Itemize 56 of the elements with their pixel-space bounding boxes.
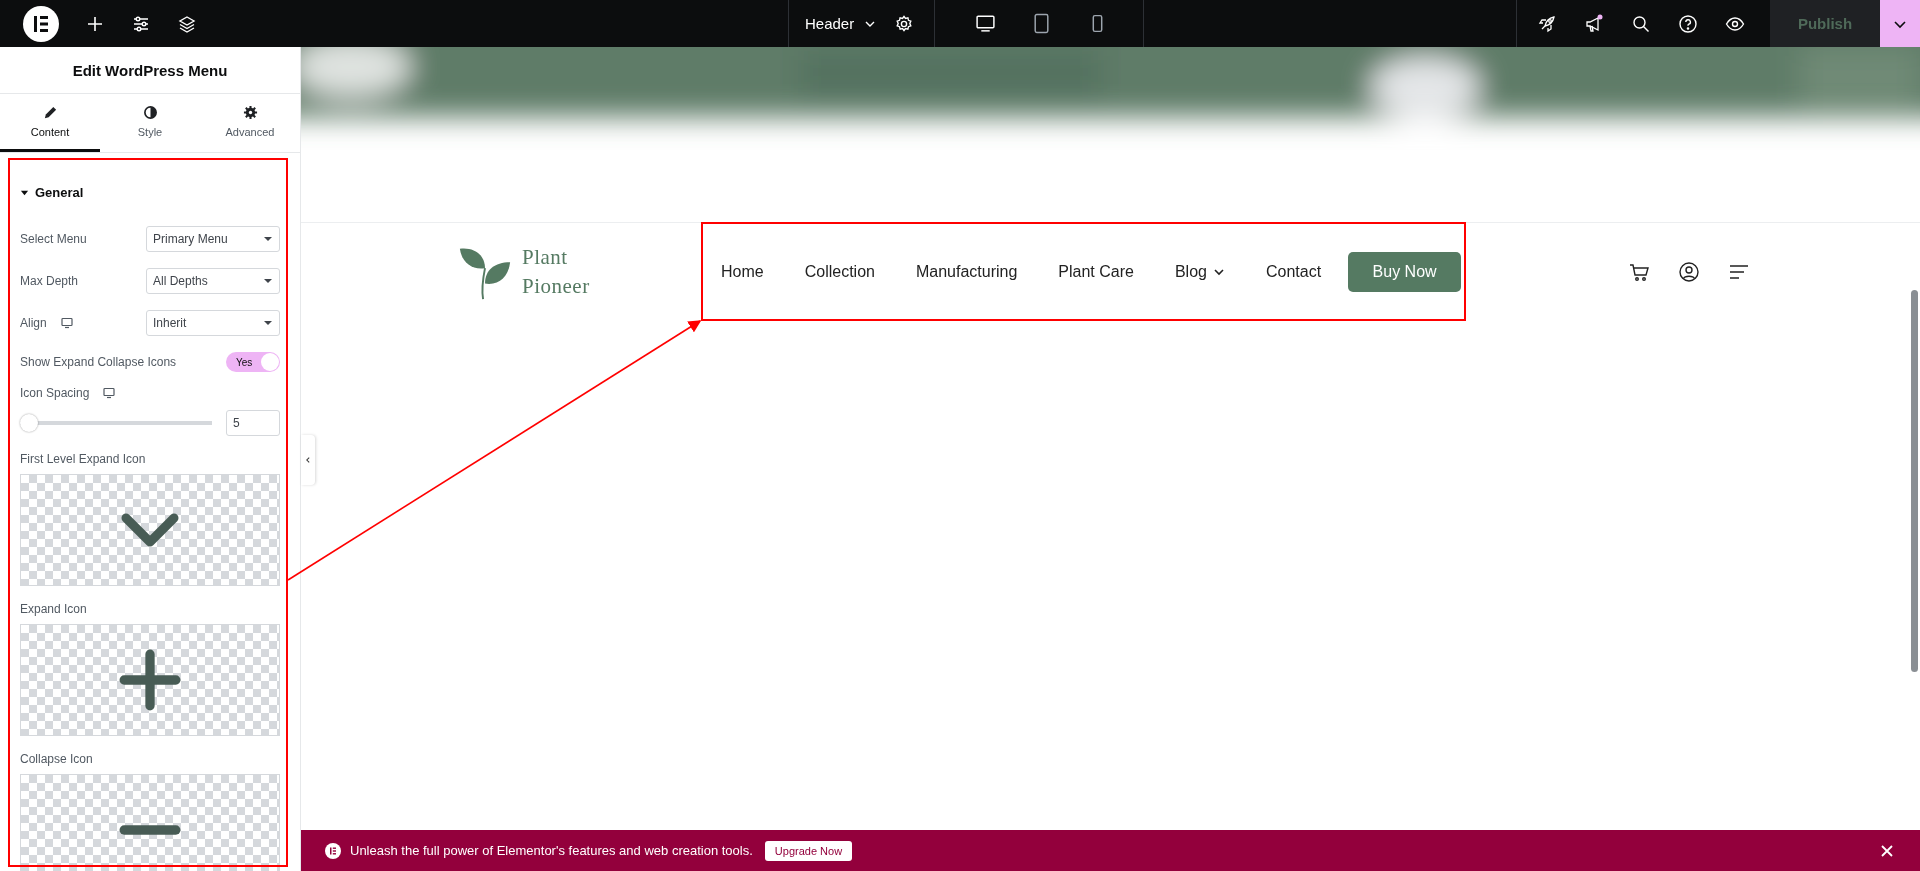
nav-link[interactable]: Collection xyxy=(804,262,875,281)
elementor-icon xyxy=(325,842,341,859)
help-icon[interactable] xyxy=(1678,13,1698,34)
icon-preview[interactable] xyxy=(20,474,280,586)
elementor-logo[interactable] xyxy=(23,5,59,42)
desktop-icon[interactable] xyxy=(975,13,997,34)
minus-icon xyxy=(119,823,181,837)
field-label: Max Depth xyxy=(20,274,79,288)
panel-title: Edit WordPress Menu xyxy=(0,47,300,94)
field-label: First Level Expand Icon xyxy=(20,452,147,466)
slider-handle[interactable] xyxy=(20,414,38,432)
layers-icon[interactable] xyxy=(177,13,197,34)
nav-link[interactable]: Home xyxy=(721,262,764,281)
nav-link[interactable]: Blog xyxy=(1174,262,1225,281)
field-label: Icon Spacing xyxy=(20,386,90,400)
field-label: Collapse Icon xyxy=(20,752,94,766)
rocket-icon[interactable] xyxy=(1537,13,1557,34)
megaphone-icon[interactable] xyxy=(1584,13,1604,34)
desktop-icon[interactable] xyxy=(103,387,116,399)
nav-link[interactable]: Contact xyxy=(1265,262,1322,281)
document-selector[interactable]: Header xyxy=(805,15,877,32)
select-field[interactable]: Primary Menu xyxy=(146,226,280,252)
field-label: Expand Icon xyxy=(20,602,88,616)
plus-icon xyxy=(119,649,181,711)
search-icon[interactable] xyxy=(1631,13,1651,34)
number-input[interactable]: 5 xyxy=(226,410,280,436)
panel-tab[interactable]: Content xyxy=(0,94,100,152)
panel-tab[interactable]: Advanced xyxy=(200,94,300,152)
pencil-icon xyxy=(42,105,58,120)
upgrade-now-button[interactable]: Upgrade Now xyxy=(764,840,853,861)
caret-icon xyxy=(263,276,273,286)
select-field[interactable]: All Depths xyxy=(146,268,280,294)
user-icon[interactable] xyxy=(1678,260,1700,283)
caret-icon xyxy=(20,188,29,197)
promo-message: Unleash the full power of Elementor's features and web creation tools. xyxy=(350,843,753,858)
buy-now-button[interactable]: Buy Now xyxy=(1348,251,1462,292)
site-logo-text[interactable]: Plant Pioneer xyxy=(522,243,590,300)
scrollbar-thumb[interactable] xyxy=(1911,290,1918,672)
desktop-icon[interactable] xyxy=(60,317,73,329)
chevron-left-icon xyxy=(304,456,312,464)
panel-tab[interactable]: Style xyxy=(100,94,200,152)
toggle-switch[interactable]: Yes xyxy=(226,352,280,372)
icon-preview[interactable] xyxy=(20,774,280,871)
nav-link[interactable]: Plant Care xyxy=(1058,262,1134,281)
half-circle-icon xyxy=(142,105,158,120)
caret-icon xyxy=(263,234,273,244)
field-label: Align xyxy=(20,316,47,330)
caret-icon xyxy=(263,318,273,328)
icon-preview[interactable] xyxy=(20,624,280,736)
section-toggle[interactable]: General xyxy=(20,185,84,200)
field-label: Select Menu xyxy=(20,232,87,246)
field-label: Show Expand Collapse Icons xyxy=(20,355,177,369)
select-field[interactable]: Inherit xyxy=(146,310,280,336)
nav-link[interactable]: Manufacturing xyxy=(915,262,1018,281)
gear-icon xyxy=(242,105,258,120)
close-icon[interactable] xyxy=(1880,843,1894,858)
